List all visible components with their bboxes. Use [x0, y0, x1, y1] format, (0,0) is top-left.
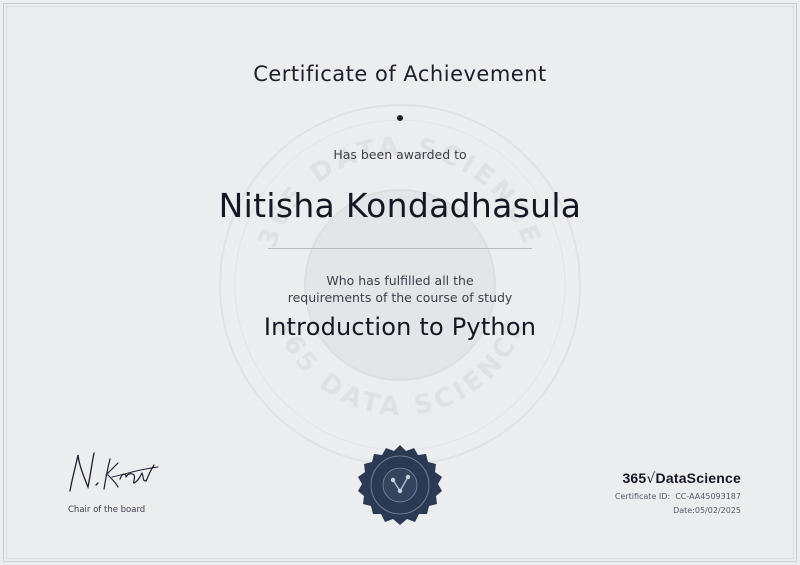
brand-suffix: DataScience	[655, 470, 741, 486]
fulfilled-line-1: Who has fulfilled all the	[326, 273, 474, 288]
title-dot	[397, 115, 403, 121]
certificate-date-value: 05/02/2025	[694, 506, 741, 515]
course-name: Introduction to Python	[263, 313, 537, 341]
certificate-id: Certificate ID: CC-AA45093187	[615, 492, 741, 501]
name-underline	[268, 248, 532, 249]
certificate-seal-icon	[358, 445, 442, 525]
recipient-name: Nitisha Kondadhasula	[218, 186, 582, 225]
certificate-id-value: CC-AA45093187	[675, 492, 741, 501]
brand-prefix: 365	[622, 470, 647, 486]
certificate-title: Certificate of Achievement	[253, 62, 547, 86]
certificate-date: Date:05/02/2025	[673, 506, 741, 515]
certificate-id-label: Certificate ID:	[614, 492, 671, 501]
signatory-role: Chair of the board	[68, 505, 146, 515]
brand-logo: 365√DataScience	[622, 470, 741, 487]
certificate-date-label: Date:	[673, 506, 695, 515]
signature	[69, 452, 159, 492]
awarded-text: Has been awarded to	[333, 147, 467, 162]
certificate-page: 365 DATA SCIENCE 365 DATA SCIENCE Certif…	[0, 0, 800, 565]
fulfilled-text: Who has fulfilled all the requirements o…	[0, 272, 800, 306]
fulfilled-line-2: requirements of the course of study	[287, 290, 513, 305]
brand-sqrt-symbol: √	[646, 471, 656, 487]
